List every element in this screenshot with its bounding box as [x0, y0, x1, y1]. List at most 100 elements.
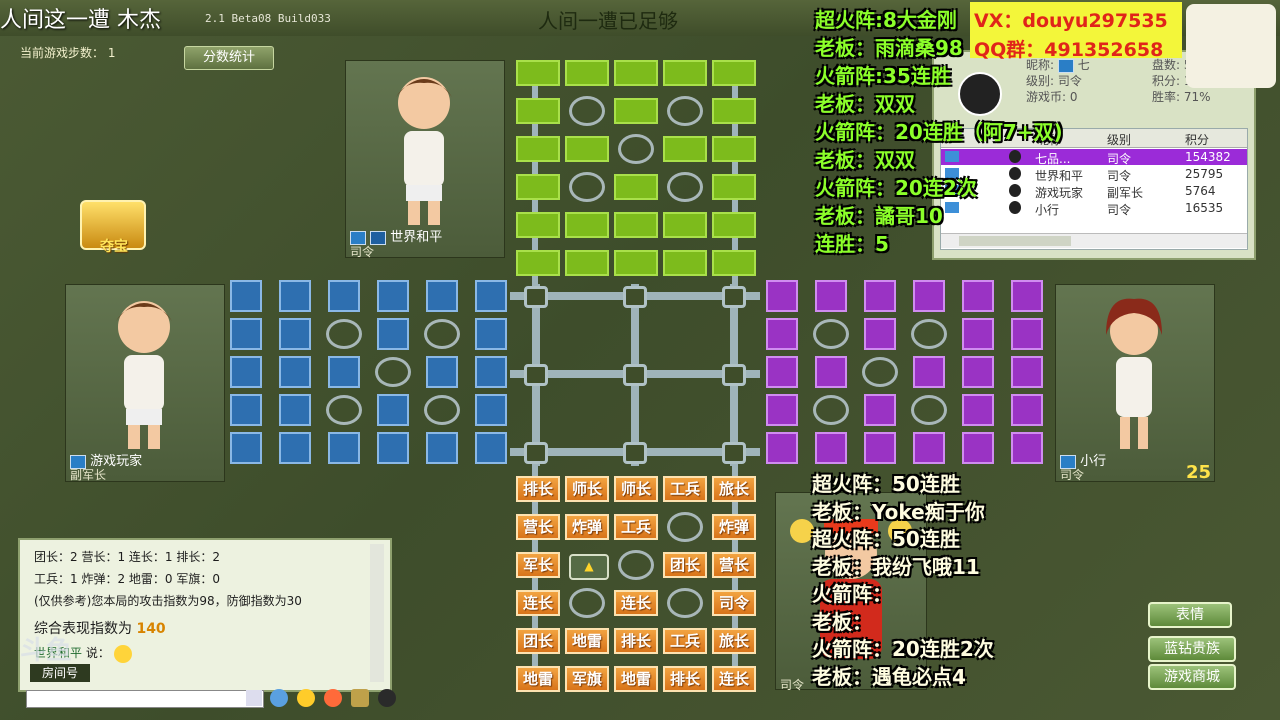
chat-scrollbar[interactable]: [370, 544, 384, 682]
board-cell[interactable]: [230, 394, 262, 426]
board-cell[interactable]: [230, 318, 262, 350]
board-cell[interactable]: [516, 250, 560, 276]
board-cell[interactable]: [913, 432, 945, 464]
game-piece[interactable]: 排长: [516, 476, 560, 502]
board-cell[interactable]: [328, 432, 360, 464]
bubble-icon[interactable]: [270, 689, 288, 707]
board-cell[interactable]: [565, 212, 609, 238]
table-row[interactable]: 游戏玩家 副军长 5764: [941, 183, 1247, 200]
board-node[interactable]: [524, 364, 548, 386]
board-cell[interactable]: [377, 318, 409, 350]
chat-input[interactable]: [26, 690, 264, 708]
board-node[interactable]: [524, 286, 548, 308]
game-piece[interactable]: 地雷: [565, 628, 609, 654]
camp-slot[interactable]: [569, 172, 605, 202]
game-piece[interactable]: 司令: [712, 590, 756, 616]
camp-slot[interactable]: [375, 357, 411, 387]
camp-slot[interactable]: [667, 96, 703, 126]
camp-slot[interactable]: [667, 512, 703, 542]
camp-slot[interactable]: [424, 395, 460, 425]
emotion-button[interactable]: 表情: [1148, 602, 1232, 628]
board-cell[interactable]: [475, 394, 507, 426]
board-cell[interactable]: [475, 356, 507, 388]
table-row[interactable]: 小行 司令 16535: [941, 200, 1247, 217]
board-cell[interactable]: [913, 280, 945, 312]
board-cell[interactable]: [516, 136, 560, 162]
game-piece[interactable]: 地雷: [516, 666, 560, 692]
camp-slot[interactable]: [569, 588, 605, 618]
board-cell[interactable]: [712, 212, 756, 238]
board-cell[interactable]: [962, 432, 994, 464]
board-cell[interactable]: [1011, 356, 1043, 388]
column-header-score[interactable]: 积分: [1185, 131, 1209, 148]
camp-slot[interactable]: [667, 588, 703, 618]
camp-slot[interactable]: [813, 395, 849, 425]
game-piece[interactable]: 工兵: [663, 476, 707, 502]
game-piece[interactable]: 师长: [614, 476, 658, 502]
board-cell[interactable]: [766, 356, 798, 388]
emoji-icon[interactable]: [297, 689, 316, 707]
board-cell[interactable]: [663, 60, 707, 86]
board-cell[interactable]: [864, 394, 896, 426]
board-cell[interactable]: [663, 136, 707, 162]
game-piece[interactable]: 炸弹: [565, 514, 609, 540]
board-cell[interactable]: [864, 280, 896, 312]
board-cell[interactable]: [712, 250, 756, 276]
camp-slot[interactable]: [618, 550, 654, 580]
board-cell[interactable]: [663, 212, 707, 238]
game-piece[interactable]: 营长: [516, 514, 560, 540]
board-cell[interactable]: [864, 318, 896, 350]
board-cell[interactable]: [962, 318, 994, 350]
board-node[interactable]: [722, 364, 746, 386]
board-cell[interactable]: [712, 98, 756, 124]
board-node[interactable]: [524, 442, 548, 464]
game-piece[interactable]: 连长: [516, 590, 560, 616]
blue-diamond-button[interactable]: 蓝钻贵族: [1148, 636, 1236, 662]
board-cell[interactable]: [328, 356, 360, 388]
board-cell[interactable]: [230, 280, 262, 312]
board-node[interactable]: [623, 442, 647, 464]
board-cell[interactable]: [475, 432, 507, 464]
board-cell[interactable]: [766, 280, 798, 312]
board-cell[interactable]: [279, 432, 311, 464]
board-cell[interactable]: [328, 280, 360, 312]
scrollbar-thumb[interactable]: [959, 236, 1071, 246]
board-cell[interactable]: [614, 98, 658, 124]
board-cell[interactable]: [377, 394, 409, 426]
board-cell[interactable]: [766, 318, 798, 350]
board-node[interactable]: [722, 442, 746, 464]
camp-slot[interactable]: [326, 319, 362, 349]
board-cell[interactable]: [766, 394, 798, 426]
game-piece[interactable]: 排长: [614, 628, 658, 654]
board-cell[interactable]: [230, 432, 262, 464]
board-cell[interactable]: [815, 432, 847, 464]
board-cell[interactable]: [614, 60, 658, 86]
board-cell[interactable]: [426, 280, 458, 312]
board-cell[interactable]: [1011, 318, 1043, 350]
game-piece[interactable]: 团长: [663, 552, 707, 578]
board-cell[interactable]: [230, 356, 262, 388]
board-cell[interactable]: [516, 174, 560, 200]
camp-slot[interactable]: [667, 172, 703, 202]
game-piece[interactable]: 地雷: [614, 666, 658, 692]
board-cell[interactable]: [815, 280, 847, 312]
board-node[interactable]: [722, 286, 746, 308]
game-piece[interactable]: 工兵: [614, 514, 658, 540]
board-cell[interactable]: [377, 432, 409, 464]
board-cell[interactable]: [962, 356, 994, 388]
board-cell[interactable]: [712, 174, 756, 200]
board-cell[interactable]: [815, 356, 847, 388]
board-cell[interactable]: [565, 250, 609, 276]
board-cell[interactable]: [377, 280, 409, 312]
table-row[interactable]: 七品... 司令 154382: [941, 149, 1247, 166]
table-row[interactable]: 世界和平 司令 25795: [941, 166, 1247, 183]
camp-slot[interactable]: [862, 357, 898, 387]
camp-slot[interactable]: [326, 395, 362, 425]
game-piece[interactable]: 工兵: [663, 628, 707, 654]
game-piece[interactable]: 团长: [516, 628, 560, 654]
game-piece[interactable]: 炸弹: [712, 514, 756, 540]
tools-icon[interactable]: [351, 689, 370, 707]
game-piece[interactable]: 军长: [516, 552, 560, 578]
camp-slot[interactable]: [813, 319, 849, 349]
board-cell[interactable]: [712, 136, 756, 162]
